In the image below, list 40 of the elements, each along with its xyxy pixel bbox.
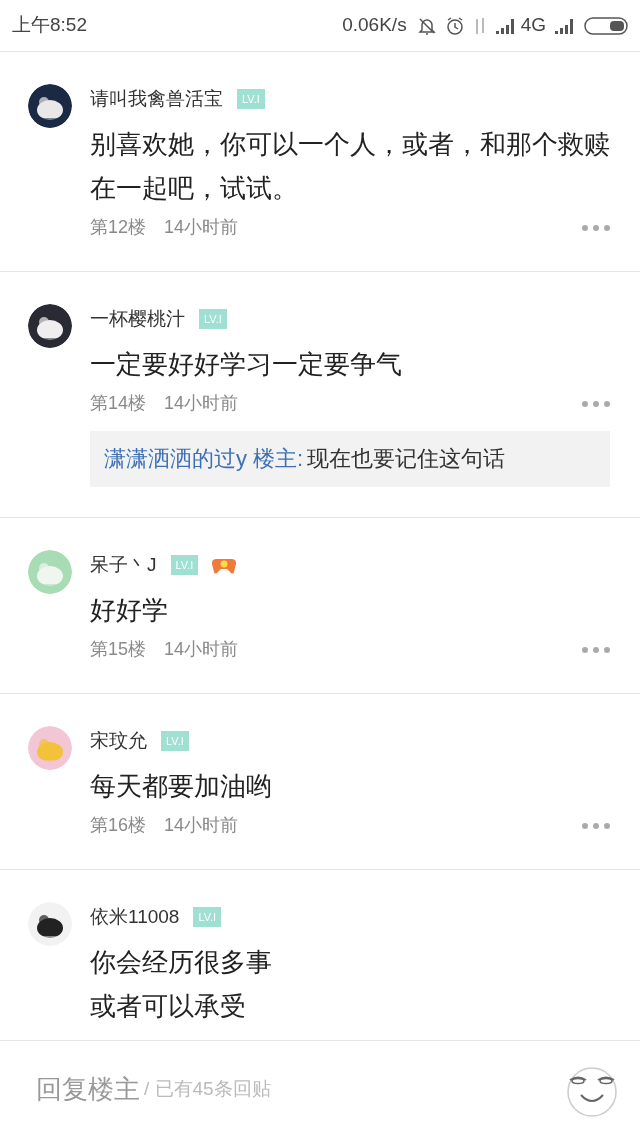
more-icon[interactable] xyxy=(582,400,610,407)
post-text: 别喜欢她，你可以一个人，或者，和那个救赎在一起吧，试试。 xyxy=(90,128,610,205)
post-time: 14小时前 xyxy=(164,216,239,239)
post-text: 一定要好好学习一定要争气 xyxy=(90,348,403,381)
post-text: 或者可以承受 xyxy=(90,990,247,1023)
muted-bell-icon xyxy=(416,15,437,36)
network-speed: 0.06K/s xyxy=(342,13,407,38)
battery-icon xyxy=(584,16,628,35)
username[interactable]: 宋玟允 xyxy=(90,726,147,756)
status-time: 上午8:52 xyxy=(12,13,87,38)
gamepad-icon xyxy=(212,556,237,574)
username[interactable]: 请叫我禽兽活宝 xyxy=(90,84,223,114)
network-type: 4G xyxy=(520,13,546,38)
floor-number: 第15楼 xyxy=(90,638,147,661)
floor-number: 第12楼 xyxy=(90,216,147,239)
more-icon[interactable] xyxy=(582,646,610,653)
reply-text: 现在也要记住这句话 xyxy=(307,445,506,473)
more-icon[interactable] xyxy=(582,822,610,829)
floor-number: 第14楼 xyxy=(90,392,147,415)
post-text: 你会经历很多事 xyxy=(90,946,273,979)
username[interactable]: 一杯樱桃汁 xyxy=(90,304,185,334)
username[interactable]: 呆子丶J xyxy=(90,550,157,580)
post-time: 14小时前 xyxy=(164,638,239,661)
post-text: 好好学 xyxy=(90,594,169,627)
level-badge: LV.I xyxy=(193,907,222,927)
post-text: 每天都要加油哟 xyxy=(90,770,273,803)
reply-author[interactable]: 潇潇洒洒的过y 楼主: xyxy=(104,441,304,477)
level-badge: LV.I xyxy=(170,555,199,575)
reply-count: / 已有45条回贴 xyxy=(144,1077,271,1102)
alarm-icon xyxy=(444,15,465,36)
more-icon[interactable] xyxy=(582,224,610,231)
level-badge: LV.I xyxy=(237,89,265,109)
post-time: 14小时前 xyxy=(164,814,239,837)
username[interactable]: 依米11008 xyxy=(90,902,180,932)
post-time: 14小时前 xyxy=(164,392,239,415)
level-badge: LV.I xyxy=(161,731,189,751)
level-badge: LV.I xyxy=(199,309,227,329)
signal-icon xyxy=(494,17,517,34)
signal-icon xyxy=(554,17,576,34)
floor-number: 第16楼 xyxy=(90,814,147,837)
